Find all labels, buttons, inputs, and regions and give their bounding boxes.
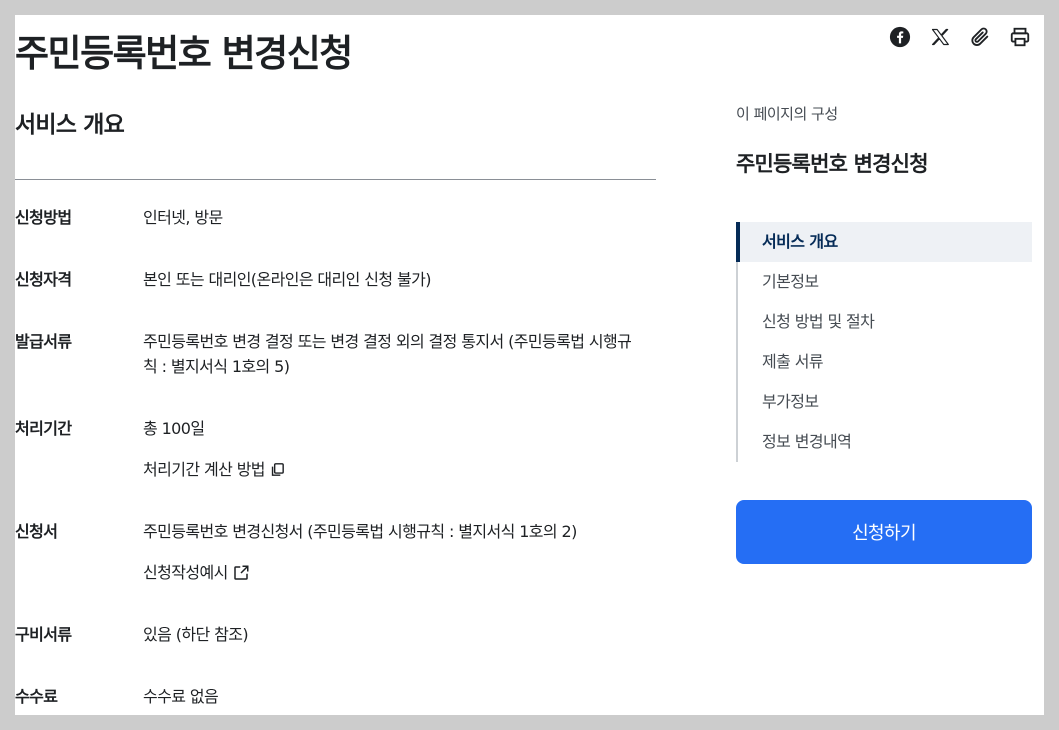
row-value: 있음 (하단 참조) — [143, 625, 249, 644]
printer-icon[interactable] — [1008, 25, 1032, 49]
application-example-link[interactable]: 신청작성예시 — [143, 560, 250, 585]
table-row: 신청자격 본인 또는 대리인(온라인은 대리인 신청 불가) — [15, 267, 656, 292]
table-row: 수수료 수수료 없음 — [15, 684, 656, 709]
toc-item-change-history[interactable]: 정보 변경내역 — [738, 422, 1032, 462]
processing-period-link[interactable]: 처리기간 계산 방법 — [143, 457, 286, 482]
row-label: 처리기간 — [15, 419, 72, 438]
toc-item-basic-info[interactable]: 기본정보 — [738, 262, 1032, 302]
link-label: 신청작성예시 — [143, 563, 228, 582]
row-label: 수수료 — [15, 687, 58, 706]
row-value-line-2: 칙 : 별지서식 1호의 5) — [143, 357, 290, 376]
row-value: 본인 또는 대리인(온라인은 대리인 신청 불가) — [143, 270, 431, 289]
toc-title: 주민등록번호 변경신청 — [736, 152, 929, 176]
row-label: 신청서 — [15, 522, 58, 541]
overview-table: 신청방법 인터넷, 방문 신청자격 본인 또는 대리인(온라인은 대리인 신청 … — [15, 205, 656, 715]
row-value: 수수료 없음 — [143, 687, 219, 706]
apply-button[interactable]: 신청하기 — [736, 500, 1032, 564]
facebook-icon[interactable] — [888, 25, 912, 49]
paperclip-icon[interactable] — [968, 25, 992, 49]
section-divider — [15, 179, 656, 180]
toc-item-submission-documents[interactable]: 제출 서류 — [738, 342, 1032, 382]
copy-icon — [271, 463, 284, 476]
row-value: 주민등록번호 변경신청서 (주민등록법 시행규칙 : 별지서식 1호의 2) 신… — [143, 519, 656, 585]
toc-item-additional-info[interactable]: 부가정보 — [738, 382, 1032, 422]
table-row: 신청서 주민등록번호 변경신청서 (주민등록법 시행규칙 : 별지서식 1호의 … — [15, 519, 656, 585]
toc-item-application-procedure[interactable]: 신청 방법 및 절차 — [738, 302, 1032, 342]
external-link-icon — [233, 565, 249, 580]
row-value-text: 주민등록번호 변경신청서 (주민등록법 시행규칙 : 별지서식 1호의 2) — [143, 522, 577, 541]
row-value: 인터넷, 방문 — [143, 208, 223, 227]
row-value: 총 100일 처리기간 계산 방법 — [143, 416, 656, 482]
share-toolbar — [888, 25, 1032, 49]
row-label: 발급서류 — [15, 332, 72, 351]
table-row: 구비서류 있음 (하단 참조) — [15, 622, 656, 647]
page-toc: 이 페이지의 구성 주민등록번호 변경신청 서비스 개요 기본정보 신청 방법 … — [736, 103, 1032, 462]
page-title: 주민등록번호 변경신청 — [15, 32, 353, 75]
table-row: 발급서류 주민등록번호 변경 결정 또는 변경 결정 외의 결정 통지서 (주민… — [15, 329, 656, 379]
toc-item-service-overview[interactable]: 서비스 개요 — [736, 222, 1032, 262]
row-value: 주민등록번호 변경 결정 또는 변경 결정 외의 결정 통지서 (주민등록법 시… — [143, 329, 656, 379]
row-value-line-1: 주민등록번호 변경 결정 또는 변경 결정 외의 결정 통지서 (주민등록법 시… — [143, 332, 632, 351]
row-label: 신청방법 — [15, 208, 72, 227]
table-row: 처리기간 총 100일 처리기간 계산 방법 — [15, 416, 656, 482]
link-label: 처리기간 계산 방법 — [143, 460, 266, 479]
section-title: 서비스 개요 — [15, 112, 125, 138]
toc-list: 서비스 개요 기본정보 신청 방법 및 절차 제출 서류 부가정보 정보 변경내… — [736, 222, 1032, 462]
row-label: 신청자격 — [15, 270, 72, 289]
x-icon[interactable] — [928, 25, 952, 49]
row-label: 구비서류 — [15, 625, 72, 644]
toc-caption: 이 페이지의 구성 — [736, 105, 838, 123]
table-row: 신청방법 인터넷, 방문 — [15, 205, 656, 230]
page-container: 주민등록번호 변경신청 서비스 개요 신청방법 인터넷, 방문 신청자격 본인 … — [15, 15, 1044, 715]
row-value-text: 총 100일 — [143, 419, 205, 438]
